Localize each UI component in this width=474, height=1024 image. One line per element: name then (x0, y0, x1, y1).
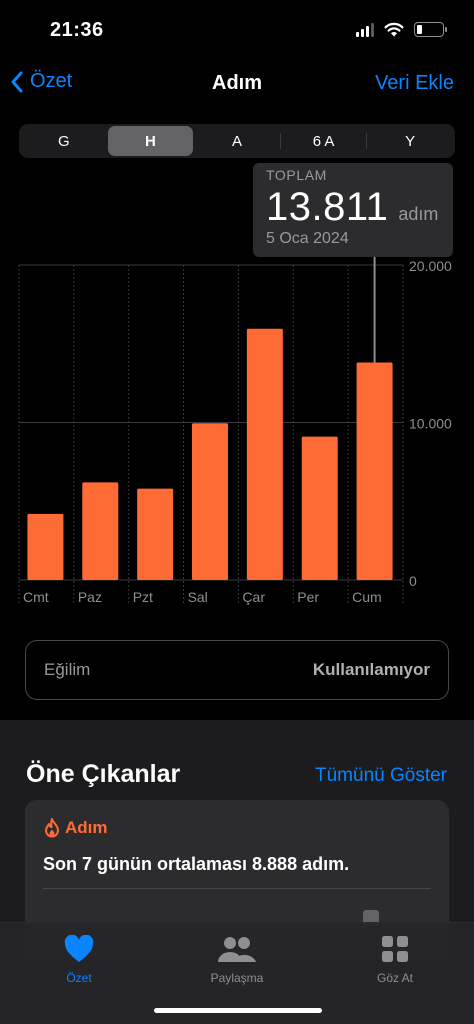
range-tab-1[interactable]: H (107, 126, 194, 156)
highlight-card-title: Adım (65, 818, 108, 837)
tab-summary-label: Özet (66, 971, 92, 985)
x-tick-label: Pzt (133, 589, 153, 605)
steps-bar-chart: Cmt Paz Pzt Sal Çar Per Cum 0 10.000 20.000 (18, 255, 452, 605)
cellular-signal-icon (356, 22, 374, 37)
y-tick-label: 20.000 (409, 258, 452, 274)
highlights-title: Öne Çıkanlar (26, 760, 181, 788)
bar-5 (301, 436, 338, 580)
flame-icon (45, 818, 59, 838)
bar-3 (192, 423, 228, 580)
main-content: GHA6 AY Cmt Paz Pzt Sal Çar Per Cum 0 10.000 20.0… (0, 110, 474, 720)
highlight-card-text: Son 7 günün ortalaması 8.888 adım. (43, 854, 350, 874)
total-tooltip: TOPLAM 13.811 adım 5 Oca 2024 (253, 163, 453, 257)
x-tick-label: Per (297, 589, 319, 605)
battery-icon (414, 22, 447, 37)
status-bar: 21:36 (0, 0, 474, 58)
tab-browse[interactable]: Göz At (345, 933, 445, 985)
status-icons (356, 22, 447, 37)
heart-icon (64, 935, 94, 962)
bar-6 (356, 362, 393, 580)
x-tick-label: Sal (188, 589, 208, 605)
tab-sharing-label: Paylaşma (210, 971, 264, 985)
y-tick-label: 10.000 (409, 416, 452, 432)
add-data-button[interactable]: Veri Ekle (375, 72, 454, 95)
bar-0 (27, 513, 64, 580)
home-indicator[interactable] (154, 1008, 322, 1013)
tooltip-value: 13.811 (266, 185, 389, 229)
divider (43, 888, 431, 889)
trend-label: Eğilim (44, 660, 91, 679)
status-time: 21:36 (50, 19, 104, 41)
bar-1 (82, 482, 119, 580)
trend-value: Kullanılamıyor (312, 660, 430, 679)
x-tick-label: Çar (242, 589, 265, 605)
wifi-icon (384, 22, 404, 37)
range-tab-0[interactable]: G (21, 126, 107, 156)
tab-summary[interactable]: Özet (29, 933, 129, 985)
tooltip-unit: adım (398, 204, 439, 224)
tooltip-date: 5 Oca 2024 (266, 230, 349, 247)
x-tick-label: Cum (352, 589, 382, 605)
show-all-link[interactable]: Tümünü Göster (315, 765, 447, 787)
range-segmented-control: GHA6 AY (19, 124, 455, 158)
x-tick-label: Cmt (23, 589, 49, 605)
bar-4 (246, 328, 283, 580)
trend-row[interactable]: Eğilim Kullanılamıyor (25, 640, 449, 700)
bar-2 (137, 488, 174, 580)
range-tab-2[interactable]: A (194, 126, 280, 156)
tab-browse-label: Göz At (376, 971, 414, 985)
x-tick-label: Paz (78, 589, 102, 605)
grid-icon (382, 936, 408, 962)
range-tab-4[interactable]: Y (367, 126, 453, 156)
y-tick-label: 0 (409, 573, 417, 589)
tooltip-label: TOPLAM (266, 167, 327, 183)
navigation-bar: Özet Adım Veri Ekle (0, 58, 474, 110)
range-tab-3[interactable]: 6 A (281, 126, 367, 156)
tab-sharing[interactable]: Paylaşma (187, 933, 287, 985)
people-icon (218, 937, 256, 962)
